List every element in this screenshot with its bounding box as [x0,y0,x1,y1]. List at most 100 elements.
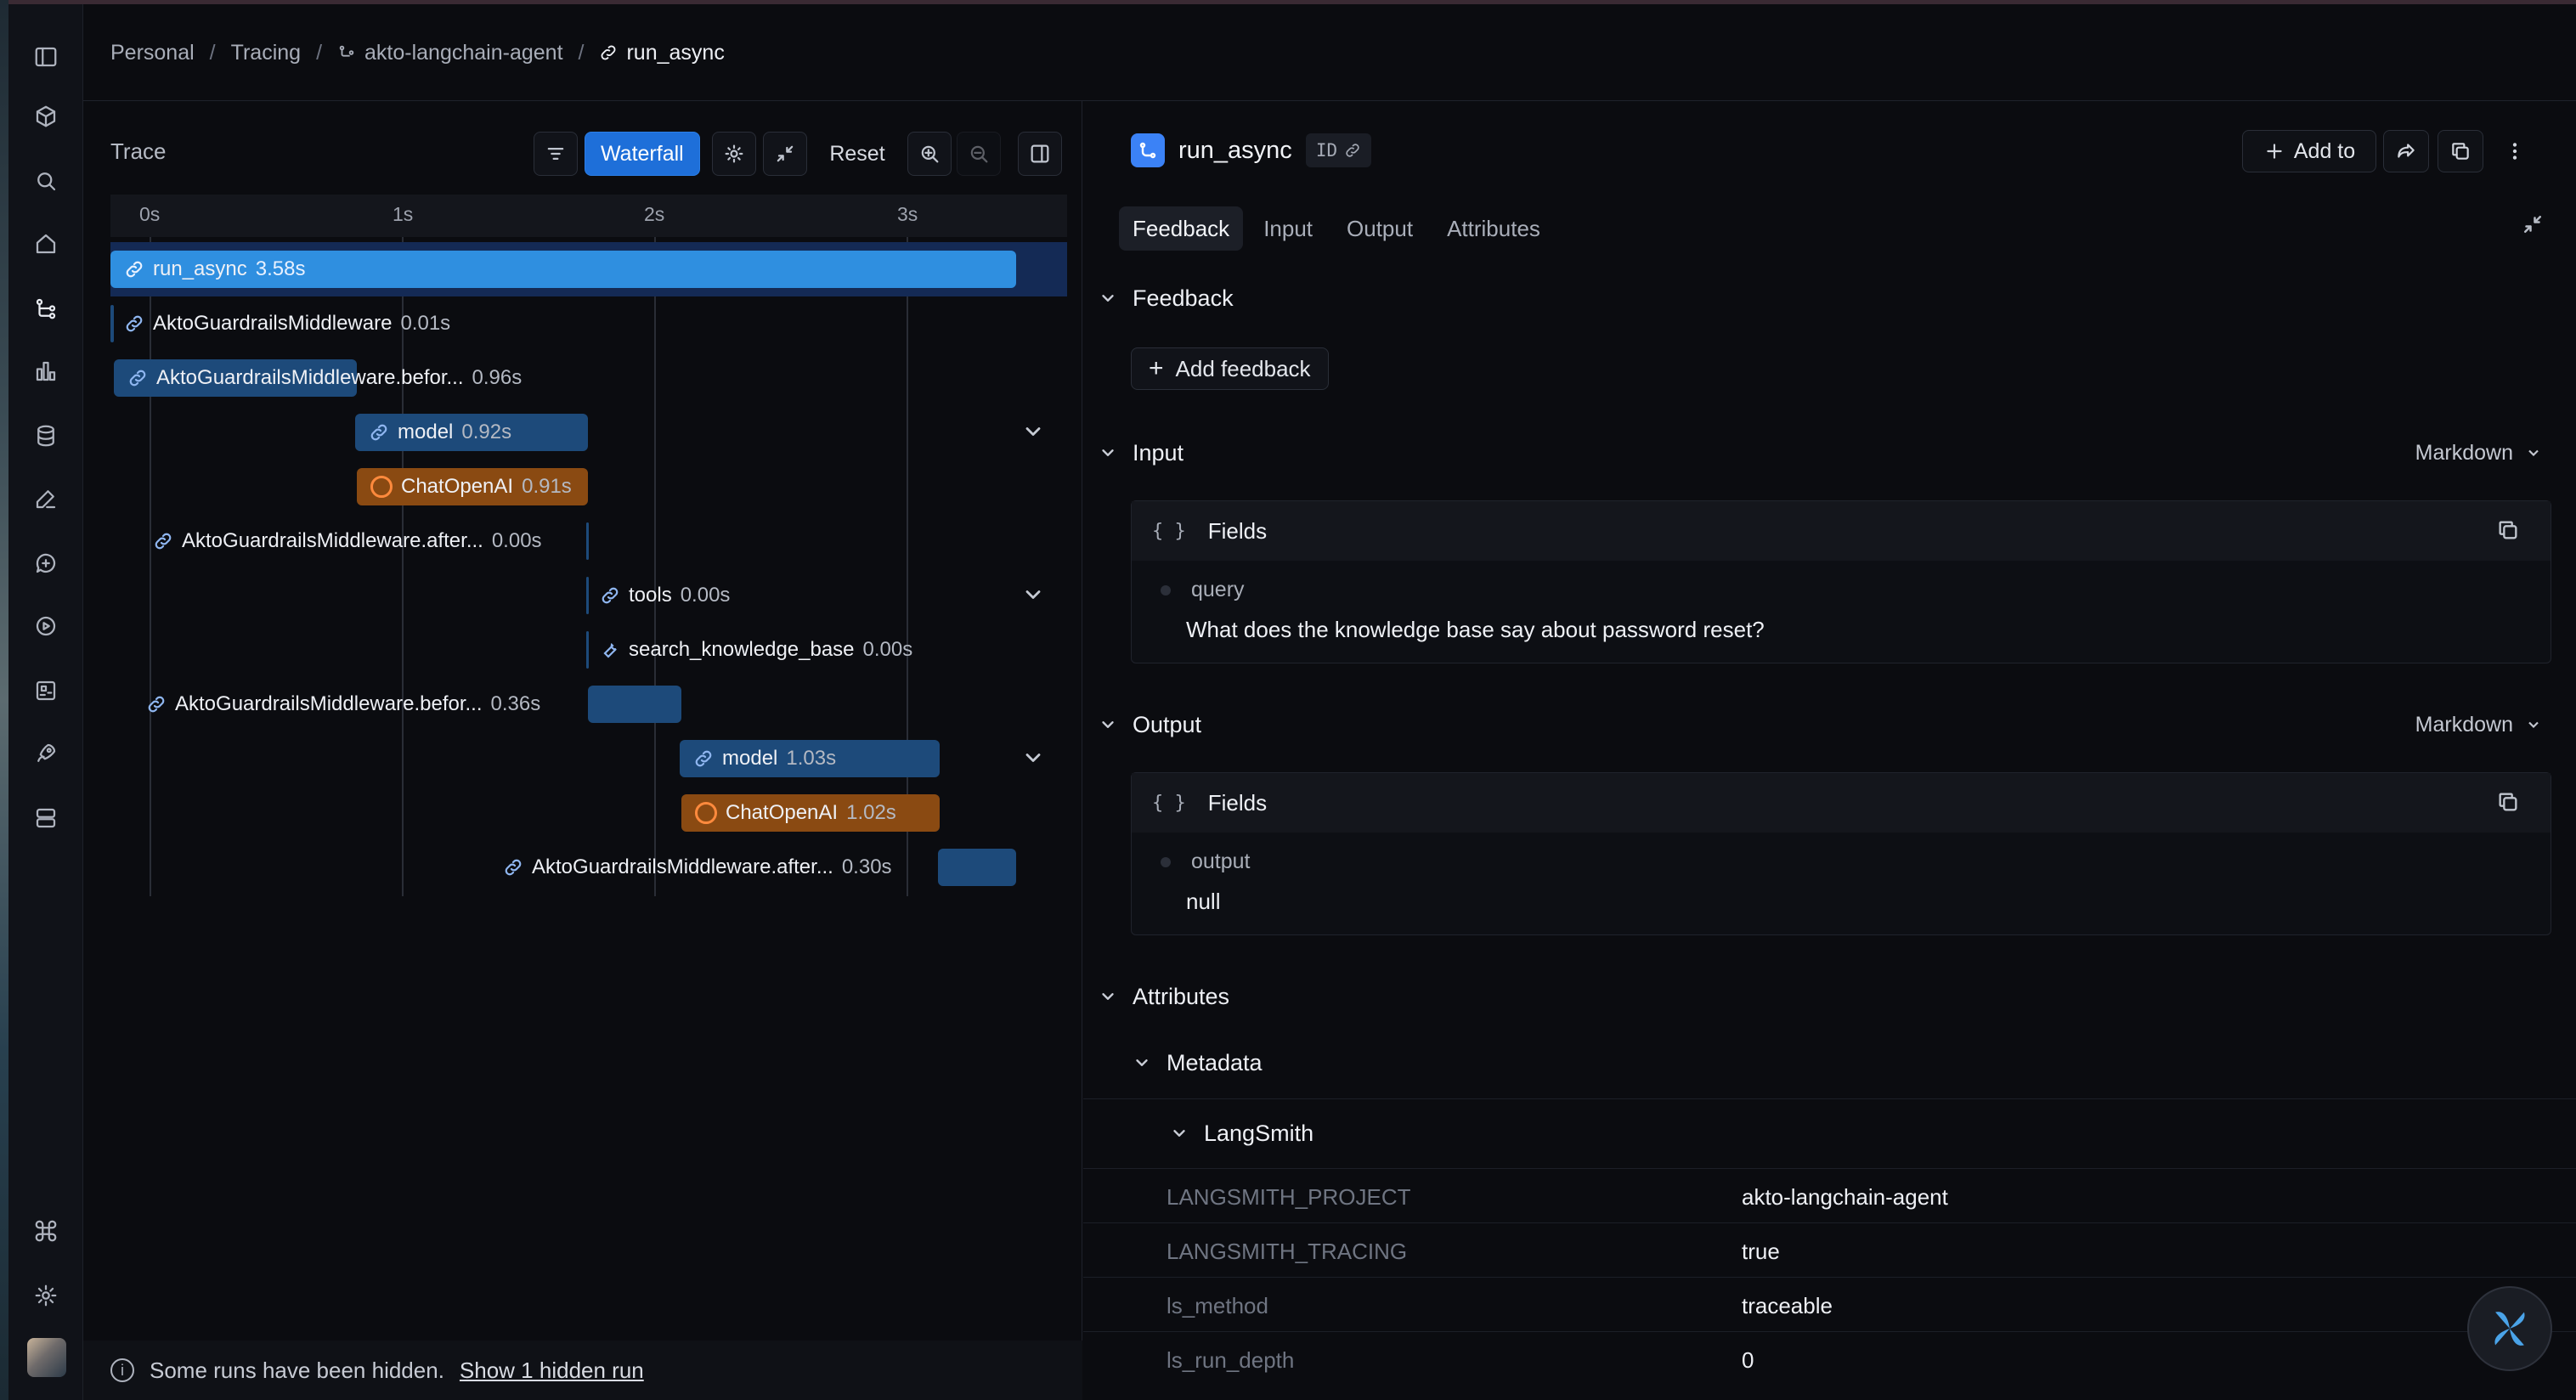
trace-row[interactable]: AktoGuardrailsMiddleware.after... 0.00s [110,514,1067,568]
breadcrumb-project-label: akto-langchain-agent [364,40,563,65]
avatar[interactable] [27,1338,66,1377]
field-dot [1161,856,1171,867]
assistant-chat-button[interactable] [2467,1286,2552,1371]
copy-icon [2452,143,2469,160]
tab-attributes[interactable]: Attributes [1433,206,1554,251]
more-options-button[interactable] [2494,130,2536,172]
copy-icon[interactable] [2496,790,2520,820]
trace-row[interactable]: search_knowledge_base 0.00s [110,623,1067,677]
output-section-header[interactable]: Output [1099,708,1201,742]
trace-settings-button[interactable] [712,132,756,176]
minimize-icon[interactable] [2520,212,2545,241]
trace-row[interactable]: AktoGuardrailsMiddleware.after... 0.30s [110,840,1067,895]
trace-row[interactable]: model 0.92s [110,405,1067,460]
braces-icon: { } [1152,792,1186,814]
tab-input[interactable]: Input [1250,206,1326,251]
deployments-icon[interactable] [29,737,63,771]
sidebar-toggle-icon[interactable] [29,40,63,74]
zoom-out-button[interactable] [957,132,1001,176]
metadata-key: LANGSMITH_TRACING [1167,1239,1408,1264]
attributes-section-header[interactable]: Attributes [1099,979,1229,1013]
trace-row[interactable]: ChatOpenAI 1.02s [110,786,1067,840]
share-button[interactable] [2383,130,2429,172]
tab-feedback[interactable]: Feedback [1119,206,1244,251]
span-duration: 1.03s [786,747,837,770]
collapse-all-button[interactable] [763,132,807,176]
filter-icon [547,148,564,160]
datasets-icon[interactable] [29,419,63,453]
span-name: ChatOpenAI [401,475,514,498]
tracing-icon[interactable] [29,291,63,325]
trace-row-run-async[interactable]: run_async 3.58s [110,242,1067,296]
link-icon [155,533,172,550]
output-format-label: Markdown [2415,712,2513,737]
input-section-header[interactable]: Input [1099,436,1183,470]
dashboards-icon[interactable] [29,354,63,388]
add-to-button[interactable]: Add to [2242,130,2376,172]
info-icon: i [110,1358,134,1382]
chevron-down-icon [2528,449,2539,457]
copy-id-button[interactable]: ID [1305,133,1372,167]
playground-icon[interactable] [29,609,63,643]
breadcrumb-project[interactable]: akto-langchain-agent [337,41,563,65]
zoom-in-button[interactable] [907,132,952,176]
span-name: run_async [153,257,247,280]
expand-chevron-icon[interactable] [1021,746,1047,771]
langsmith-header[interactable]: LangSmith [1083,1098,2576,1168]
trace-row[interactable]: ChatOpenAI 0.91s [110,460,1067,514]
tick-label: 0s [139,203,161,225]
breadcrumb-personal[interactable]: Personal [110,41,195,65]
waterfall-toggle-button[interactable]: Waterfall [585,132,700,176]
prompts-icon[interactable] [29,546,63,580]
span-bar [938,849,1016,886]
span-bar [586,577,589,614]
metadata-heading: Metadata [1167,1049,1263,1075]
data-stores-icon[interactable] [29,801,63,835]
breadcrumb-current-run: run_async [599,41,725,65]
copy-button[interactable] [2438,130,2483,172]
span-name: model [398,421,454,443]
annotation-icon[interactable] [29,482,63,516]
span-name: model [722,747,778,770]
metadata-value: traceable [1742,1293,1833,1318]
trace-row[interactable]: AktoGuardrailsMiddleware.befor... 0.96s [110,351,1067,405]
span-name: AktoGuardrailsMiddleware.befor... [175,692,483,715]
home-icon[interactable] [29,227,63,261]
breadcrumb-tracing[interactable]: Tracing [231,41,301,65]
span-bar [110,305,114,342]
workspace-icon[interactable] [29,99,63,133]
metadata-header[interactable]: Metadata [1083,1029,2576,1098]
field-key-label: query [1191,578,1245,601]
input-format-select[interactable]: Markdown [2415,436,2542,470]
output-fields-box: { } Fields output null [1131,772,2551,935]
trace-row[interactable]: model 1.03s [110,731,1067,786]
run-header: run_async ID [1131,133,1372,167]
show-hidden-run-link[interactable]: Show 1 hidden run [460,1358,644,1384]
trace-row[interactable]: AktoGuardrailsMiddleware.befor... 0.36s [110,677,1067,731]
minimize-arrows-icon [777,145,794,162]
span-name: AktoGuardrailsMiddleware.befor... [156,366,464,389]
expand-chevron-icon[interactable] [1021,420,1047,445]
span-name: ChatOpenAI [726,801,839,824]
trace-row[interactable]: AktoGuardrailsMiddleware 0.01s [110,296,1067,351]
trace-row[interactable]: tools 0.00s [110,568,1067,623]
run-detail-panel: run_async ID Add to Feedback Input Outpu… [1083,101,2576,1400]
feedback-section-header[interactable]: Feedback [1099,281,1234,315]
langsmith-heading: LangSmith [1204,1120,1314,1146]
settings-gear-icon[interactable] [29,1279,63,1312]
search-icon[interactable] [29,164,63,198]
copy-icon[interactable] [2496,518,2520,548]
span-duration: 0.01s [400,312,451,335]
tab-output[interactable]: Output [1333,206,1426,251]
monitor-icon[interactable] [29,674,63,708]
add-feedback-button[interactable]: + Add feedback [1131,347,1329,390]
toggle-detail-panel-button[interactable] [1018,132,1062,176]
output-format-select[interactable]: Markdown [2415,708,2542,742]
command-icon[interactable] [29,1214,63,1248]
span-name: AktoGuardrailsMiddleware [153,312,393,335]
expand-chevron-icon[interactable] [1021,583,1047,608]
filter-button[interactable] [534,132,578,176]
window-top-border [0,0,2576,4]
reset-zoom-button[interactable]: Reset [819,132,895,176]
span-bar [586,631,589,669]
